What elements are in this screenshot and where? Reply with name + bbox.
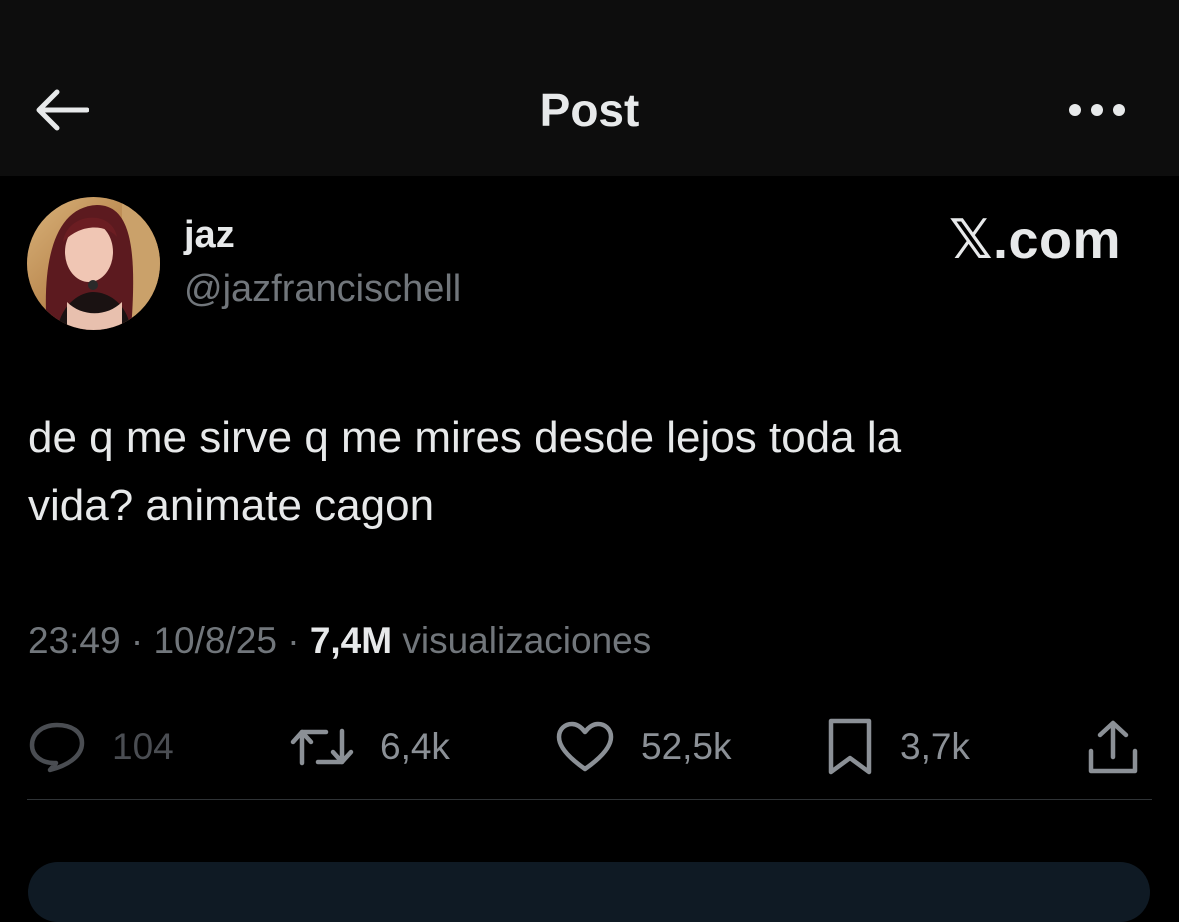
heart-icon	[556, 721, 614, 772]
reply-count: 104	[112, 726, 174, 767]
reply-button[interactable]: 104	[28, 712, 174, 782]
more-horizontal-icon	[1069, 104, 1125, 116]
divider	[27, 799, 1152, 800]
page-title: Post	[539, 84, 640, 136]
brand-watermark: 𝕏.com	[948, 210, 1121, 270]
author-handle[interactable]: @jazfrancischell	[184, 268, 461, 311]
share-icon	[1088, 720, 1138, 774]
repost-button[interactable]: 6,4k	[290, 712, 450, 782]
like-count: 52,5k	[641, 726, 732, 767]
profile-photo-icon	[27, 197, 160, 330]
tweet-date[interactable]: 10/8/25	[153, 620, 276, 661]
avatar[interactable]	[27, 197, 160, 330]
meta-separator: ·	[276, 620, 310, 661]
share-button[interactable]	[1086, 712, 1140, 782]
bookmark-icon	[828, 718, 872, 775]
tweet-line: de q me sirve q me mires desde lejos tod…	[28, 413, 902, 462]
repost-count: 6,4k	[380, 726, 450, 767]
views-label: visualizaciones	[392, 620, 652, 661]
tweet-time[interactable]: 23:49	[28, 620, 121, 661]
tweet-meta: 23:49 · 10/8/25 · 7,4M visualizaciones	[28, 620, 651, 662]
top-bar: Post	[0, 0, 1179, 176]
author-name[interactable]: jaz	[184, 214, 235, 257]
more-button[interactable]	[1065, 88, 1129, 132]
like-button[interactable]: 52,5k	[555, 712, 732, 782]
bookmark-button[interactable]: 3,7k	[826, 712, 970, 782]
reply-icon	[29, 722, 85, 773]
meta-separator: ·	[120, 620, 154, 661]
reply-input[interactable]	[28, 862, 1150, 922]
repost-icon	[290, 728, 354, 766]
action-bar: 104 6,4k 52,5k 3,7k	[0, 712, 1179, 782]
tweet-text: de q me sirve q me mires desde lejos tod…	[28, 404, 1128, 540]
tweet-line: vida? animate cagon	[28, 481, 435, 530]
view-count: 7,4M	[309, 620, 393, 661]
bookmark-count: 3,7k	[900, 726, 970, 767]
